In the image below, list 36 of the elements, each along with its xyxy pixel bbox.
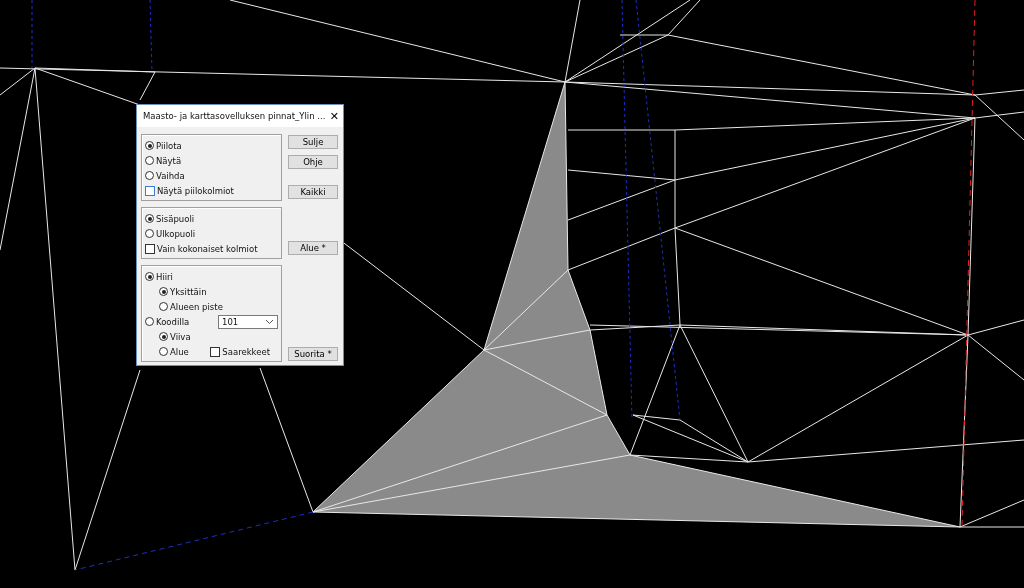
option-label: Näytä (156, 155, 182, 166)
option-label: Alue (170, 346, 189, 357)
radio-button[interactable] (145, 156, 154, 165)
option-label: Hiiri (156, 271, 173, 282)
radio-button[interactable] (159, 332, 168, 341)
radio-button[interactable] (145, 272, 154, 281)
radio-button[interactable] (145, 229, 154, 238)
option-label: Vain kokonaiset kolmiot (157, 243, 258, 254)
option-label: Viiva (170, 331, 191, 342)
radio-button[interactable] (145, 171, 154, 180)
option-label: Sisäpuoli (156, 213, 195, 224)
radio-button[interactable] (145, 141, 154, 150)
option-label: Näytä piilokolmiot (157, 185, 234, 196)
dialog-button[interactable]: Kaikki (288, 185, 338, 199)
option-label: Yksittäin (170, 286, 207, 297)
dialog-button[interactable]: Sulje (288, 135, 338, 149)
dialog-button[interactable]: Ohje (288, 155, 338, 169)
option-label: Alueen piste (170, 301, 223, 312)
checkbox[interactable] (145, 185, 155, 196)
dialog-button[interactable]: Suorita * (288, 347, 338, 361)
checkbox[interactable] (210, 346, 221, 357)
radio-button[interactable] (159, 347, 168, 356)
code-dropdown[interactable]: 101 (218, 314, 278, 329)
option-label: Vaihda (156, 170, 185, 181)
radio-button[interactable] (145, 317, 154, 326)
dialog-button[interactable]: Alue * (288, 241, 338, 255)
caret-icon (265, 318, 274, 325)
option-label: Saarekkeet (222, 346, 270, 357)
window-title: Maasto- ja karttasovelluksen pinnat_Ylin ... (143, 111, 326, 121)
radio-button[interactable] (159, 287, 168, 296)
option-label: Ulkopuoli (156, 228, 196, 239)
option-label: Koodilla (156, 316, 190, 327)
option-label: Piilota (156, 140, 182, 151)
checkbox[interactable] (145, 243, 155, 254)
radio-button[interactable] (159, 302, 168, 311)
radio-button[interactable] (145, 214, 154, 223)
